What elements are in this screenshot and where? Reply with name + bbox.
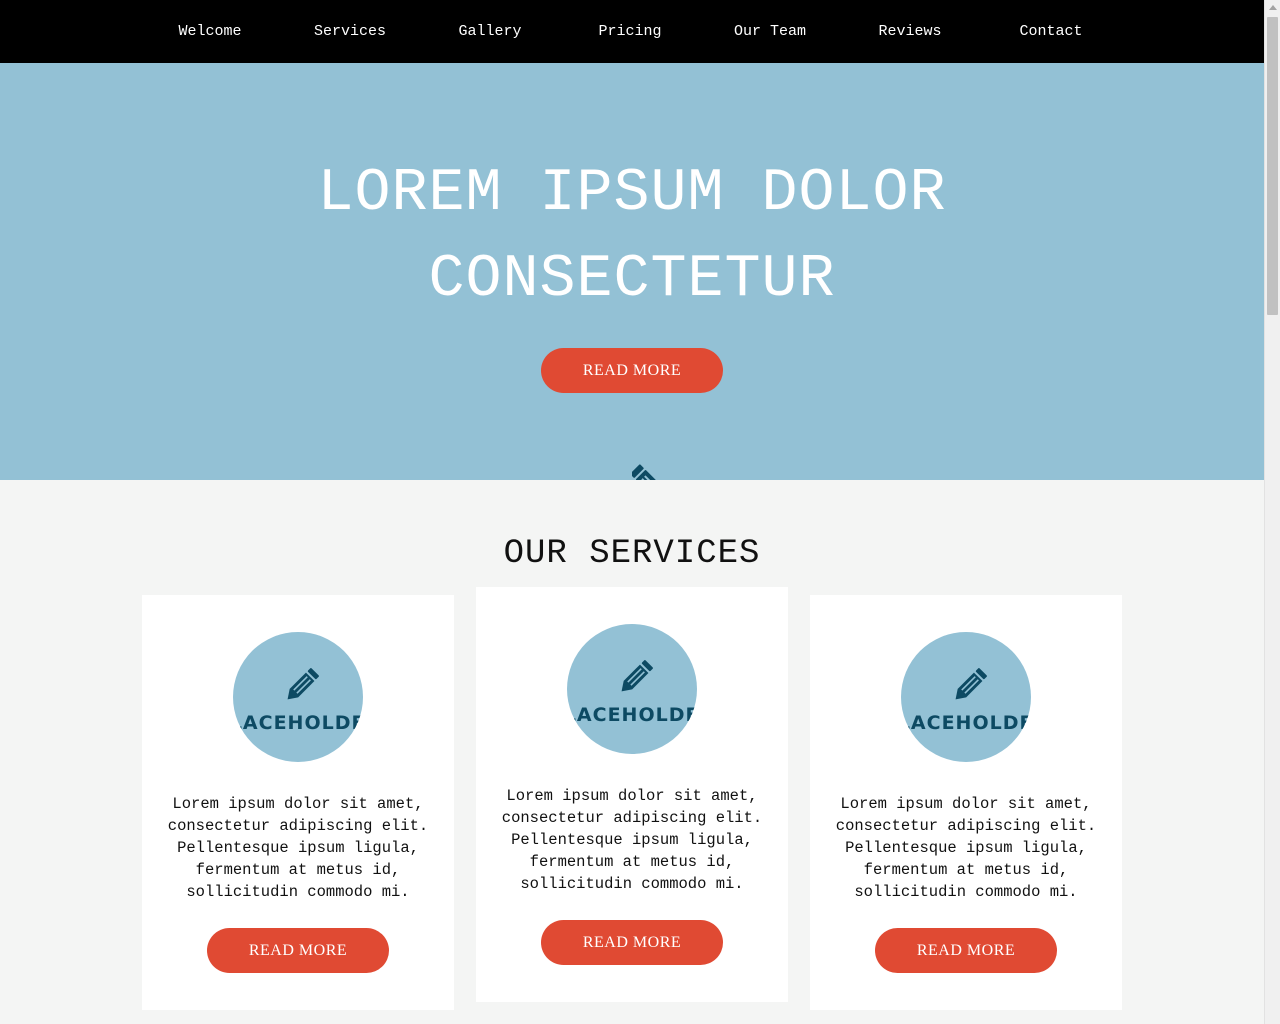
nav-our-team[interactable]: Our Team	[700, 0, 840, 63]
nav-services[interactable]: Services	[280, 0, 420, 63]
scrollbar-thumb[interactable]	[1267, 17, 1278, 315]
service-card: PLACEHOLDER Lorem ipsum dolor sit amet, …	[476, 587, 788, 1002]
card-read-more-button[interactable]: READ MORE	[541, 920, 723, 965]
service-card: PLACEHOLDER Lorem ipsum dolor sit amet, …	[810, 595, 1122, 1010]
service-card: PLACEHOLDER Lorem ipsum dolor sit amet, …	[142, 595, 454, 1010]
hero-title: LOREM IPSUM DOLOR CONSECTETUR	[0, 151, 1264, 323]
placeholder-image: PLACEHOLDER	[233, 632, 363, 762]
pencil-icon	[621, 660, 653, 692]
pencil-icon	[955, 668, 987, 700]
pencil-icon	[287, 668, 319, 700]
placeholder-label: PLACEHOLDER	[567, 704, 697, 726]
placeholder-image: PLACEHOLDER	[901, 632, 1031, 762]
nav-pricing[interactable]: Pricing	[560, 0, 700, 63]
scroll-up-arrow-icon[interactable]	[1265, 0, 1280, 16]
services-title: OUR SERVICES	[503, 535, 761, 573]
card-read-more-button[interactable]: READ MORE	[875, 928, 1057, 973]
card-description: Lorem ipsum dolor sit amet, consectetur …	[167, 795, 429, 901]
placeholder-label: PLACEHOLDER	[233, 712, 363, 734]
hero-read-more-button[interactable]: READ MORE	[541, 348, 723, 393]
hero-section: LOREM IPSUM DOLOR CONSECTETUR READ MORE	[0, 63, 1264, 480]
nav-contact[interactable]: Contact	[981, 0, 1121, 63]
nav-welcome[interactable]: Welcome	[140, 0, 280, 63]
nav-reviews[interactable]: Reviews	[840, 0, 980, 63]
placeholder-image: PLACEHOLDER	[567, 624, 697, 754]
card-description: Lorem ipsum dolor sit amet, consectetur …	[835, 795, 1097, 901]
pencil-icon	[632, 464, 667, 480]
vertical-scrollbar[interactable]	[1264, 0, 1280, 1024]
hero-title-line1: LOREM IPSUM DOLOR	[317, 160, 947, 228]
nav-gallery[interactable]: Gallery	[420, 0, 560, 63]
placeholder-label: PLACEHOLDER	[901, 712, 1031, 734]
top-nav: Welcome Services Gallery Pricing Our Tea…	[0, 0, 1264, 63]
card-description: Lorem ipsum dolor sit amet, consectetur …	[501, 787, 763, 893]
card-read-more-button[interactable]: READ MORE	[207, 928, 389, 973]
hero-title-line2: CONSECTETUR	[428, 246, 836, 314]
